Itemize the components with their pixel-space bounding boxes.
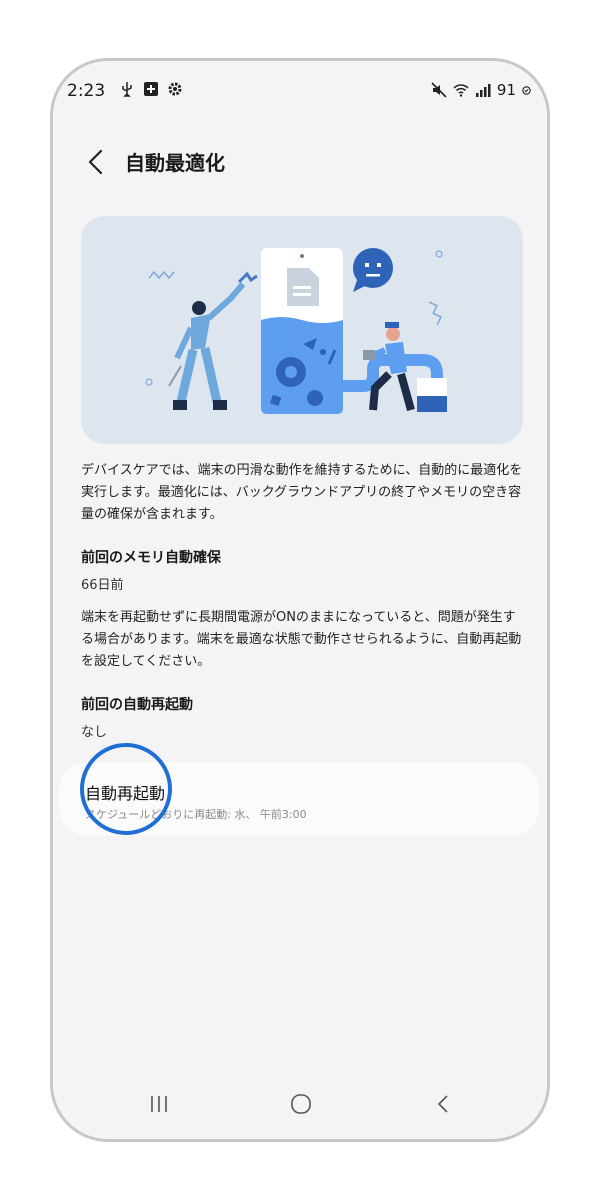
battery-level: 91 [496, 81, 516, 99]
navigation-bar [53, 1069, 547, 1139]
hero-illustration [81, 216, 523, 444]
restart-section-value: なし [81, 725, 108, 740]
page-title: 自動最適化 [125, 151, 225, 175]
memory-section-value: 66日前 [81, 578, 124, 593]
home-icon [291, 1094, 311, 1114]
status-left-icons [119, 81, 183, 97]
auto-restart-item[interactable]: 自動再起動 スケジュールどおりに再起動: 水、 午前3:00 [59, 762, 539, 836]
usb-icon [122, 82, 132, 97]
mute-icon [431, 82, 447, 98]
wifi-icon [453, 84, 469, 97]
nav-back-button[interactable] [423, 1087, 463, 1121]
status-time: 2:23 [67, 81, 106, 101]
restart-section-title: 前回の自動再起動 [81, 697, 193, 713]
auto-restart-title: 自動再起動 [85, 784, 166, 803]
chevron-left-icon [88, 149, 103, 175]
app-notification-icon [144, 82, 158, 96]
back-icon [437, 1095, 448, 1113]
restart-description-text: 端末を再起動せずに長期間電源がONのままになっていると、問題が発生する場合があり… [81, 610, 522, 669]
status-right-icons: 91 [431, 81, 531, 99]
auto-restart-subtitle: スケジュールどおりに再起動: 水、 午前3:00 [85, 808, 307, 821]
battery-icon [522, 85, 531, 95]
memory-section-title: 前回のメモリ自動確保 [81, 550, 221, 566]
home-button[interactable] [281, 1087, 321, 1121]
description-text: デバイスケアでは、端末の円滑な動作を維持するために、自動的に最適化を実行します。… [81, 463, 523, 522]
device-care-illustration [145, 248, 447, 414]
settings-gear-icon [168, 82, 182, 96]
recents-icon [151, 1096, 167, 1112]
back-button[interactable] [83, 145, 111, 179]
status-bar: 2:23 91 [53, 61, 547, 121]
signal-icon [475, 84, 491, 97]
phone-frame: 2:23 91 自動最適化 デバイスケアでは、端末の円滑な動作を維持するために、… [50, 58, 550, 1142]
recents-button[interactable] [139, 1087, 179, 1121]
app-header: 自動最適化 [53, 141, 547, 181]
